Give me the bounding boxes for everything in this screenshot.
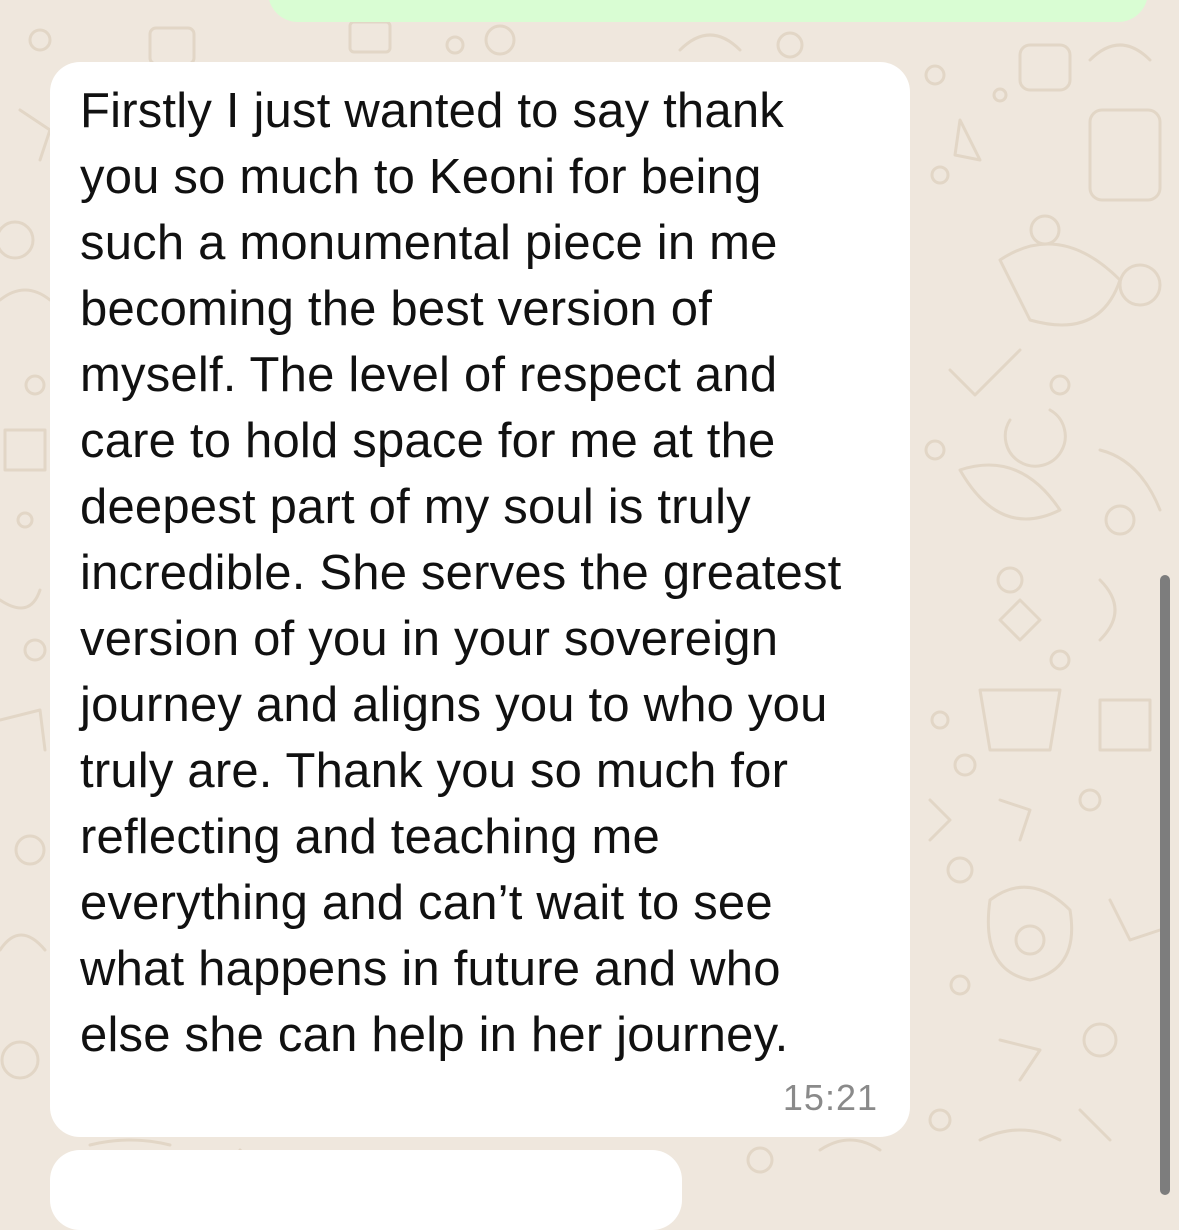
scrollbar-thumb[interactable] xyxy=(1160,575,1170,1195)
message-text: Firstly I just wanted to say thank you s… xyxy=(80,84,842,1062)
incoming-message-bubble[interactable]: Firstly I just wanted to say thank you s… xyxy=(50,62,910,1137)
outgoing-message-bubble-partial[interactable] xyxy=(268,0,1148,22)
message-timestamp: 15:21 xyxy=(782,1077,878,1118)
incoming-message-bubble-partial[interactable] xyxy=(50,1150,682,1230)
